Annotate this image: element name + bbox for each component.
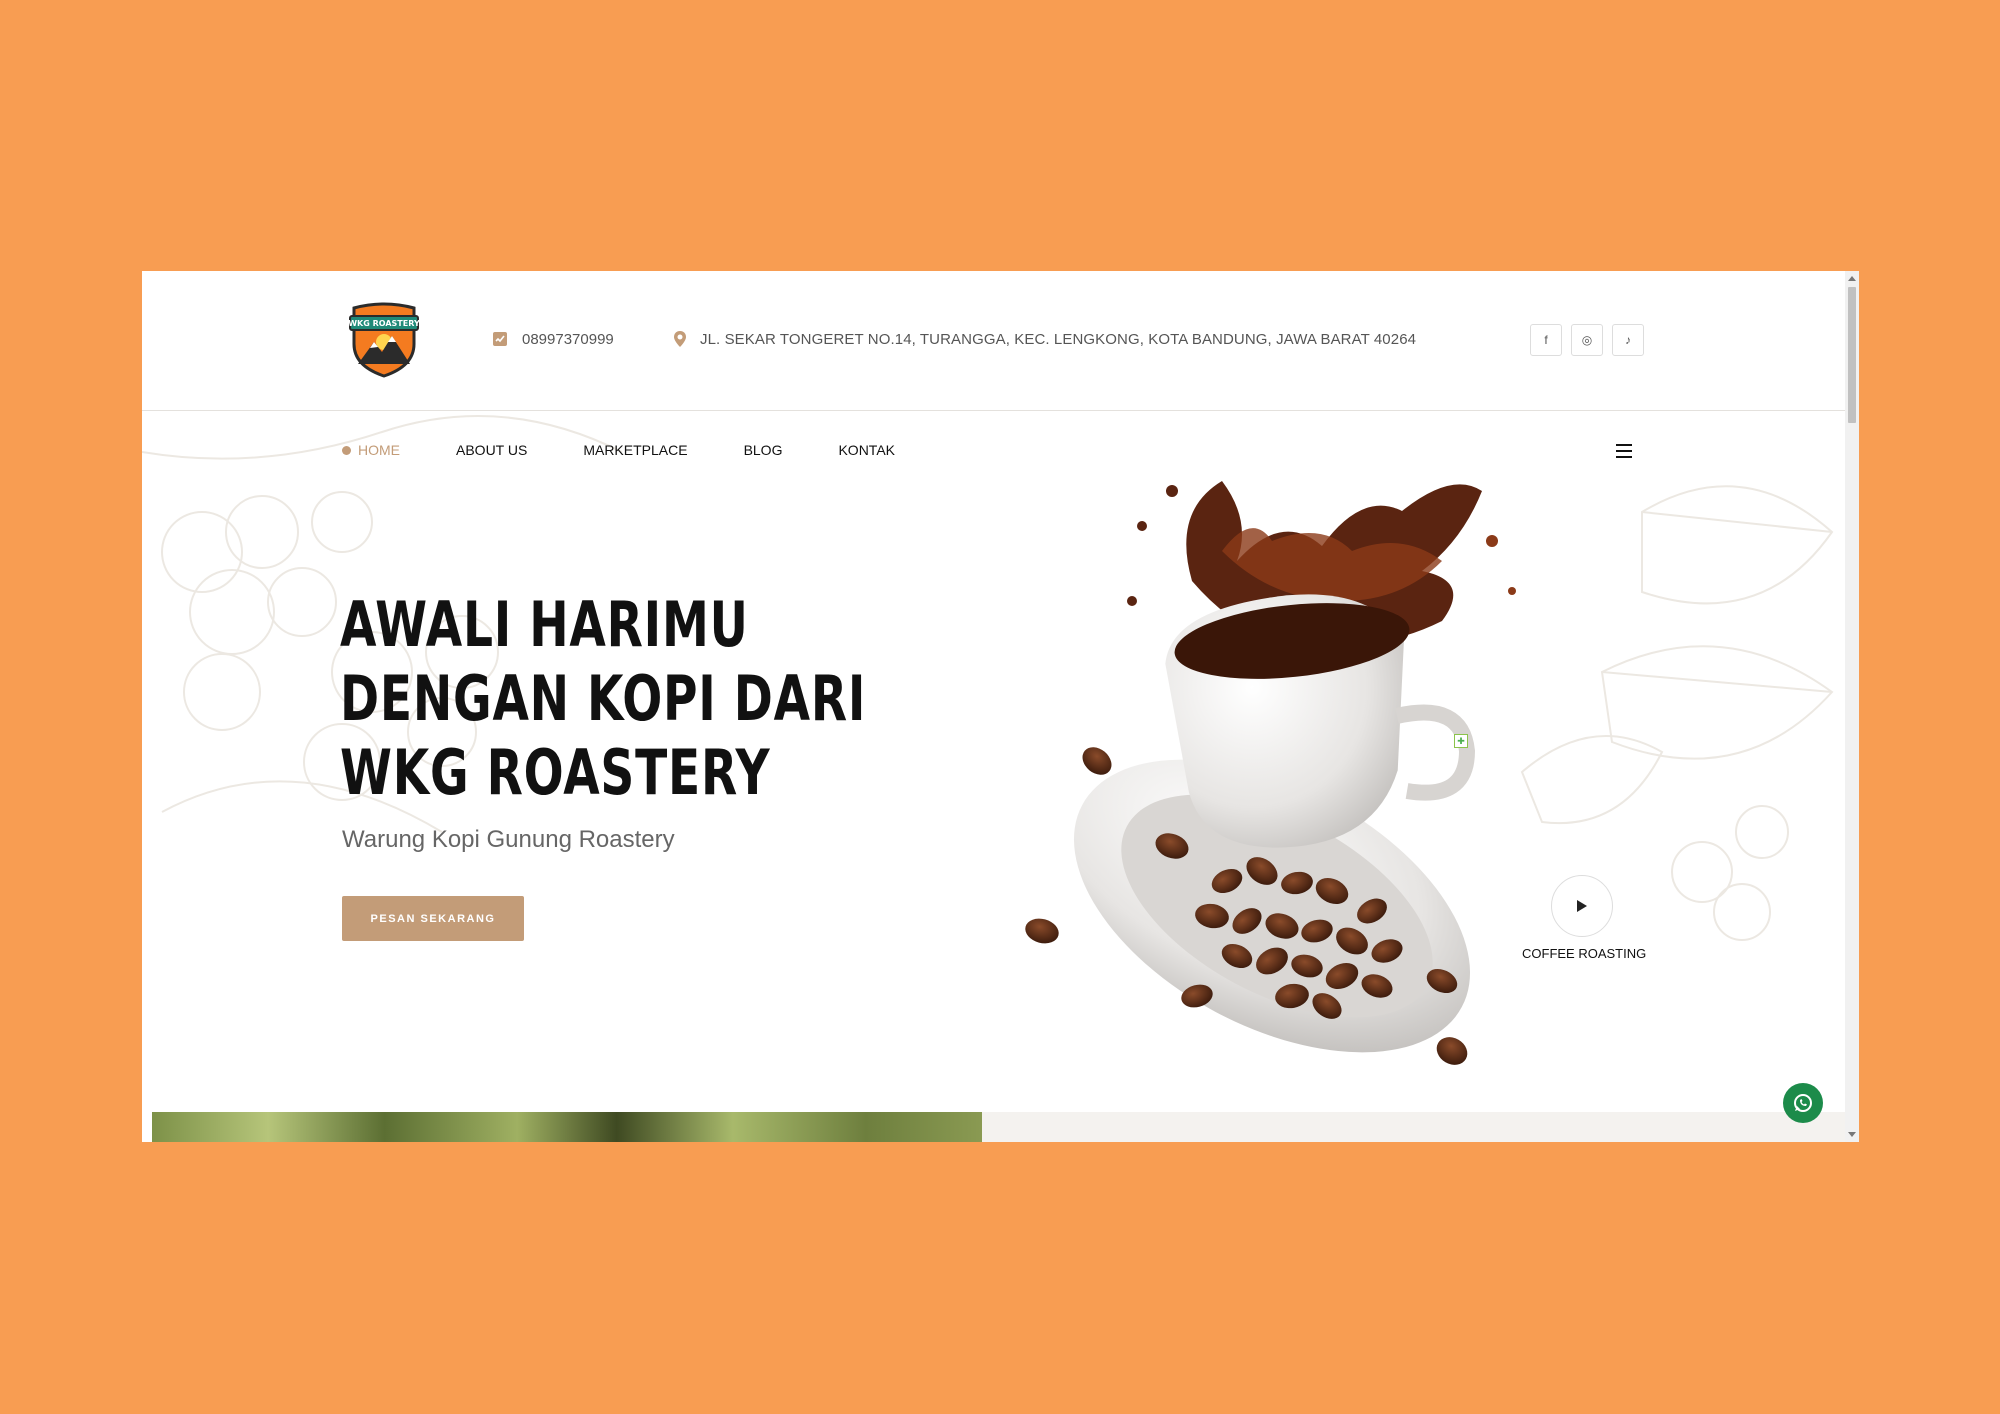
tiktok-icon: ♪ (1625, 333, 1631, 347)
tiktok-link[interactable]: ♪ (1612, 324, 1644, 356)
phone-icon (493, 332, 507, 346)
svg-text:WKG ROASTERY: WKG ROASTERY (348, 319, 420, 328)
main-navigation: HOME ABOUT US MARKETPLACE BLOG KONTAK (342, 442, 895, 458)
order-now-button[interactable]: PESAN SEKARANG (342, 896, 524, 941)
address-text: JL. SEKAR TONGERET NO.14, TURANGGA, KEC.… (700, 330, 1417, 348)
nav-item-label: BLOG (743, 442, 783, 458)
social-links: f ◎ ♪ (1530, 324, 1644, 356)
phone-contact[interactable]: 08997370999 (492, 330, 614, 348)
play-video-button[interactable] (1551, 875, 1613, 937)
whatsapp-icon (1794, 1094, 1812, 1112)
browser-viewport: WKG ROASTERY 08997370999 JL. SEKAR TONGE… (142, 271, 1859, 1142)
nav-item-about-us[interactable]: ABOUT US (456, 442, 527, 458)
nav-item-marketplace[interactable]: MARKETPLACE (583, 442, 687, 458)
nav-item-label: MARKETPLACE (583, 442, 688, 458)
headline-line: WKG ROASTERY (340, 736, 771, 809)
next-section-panel (982, 1112, 1845, 1142)
play-icon (1577, 900, 1587, 912)
address-contact[interactable]: JL. SEKAR TONGERET NO.14, TURANGGA, KEC.… (672, 330, 1416, 348)
instagram-icon: ◎ (1581, 333, 1593, 347)
next-section-image (152, 1112, 982, 1142)
plugin-badge-icon[interactable]: ✚ (1454, 734, 1468, 748)
phone-number: 08997370999 (522, 330, 614, 348)
scrollbar-thumb[interactable] (1848, 287, 1856, 423)
nav-item-home[interactable]: HOME (342, 442, 400, 458)
nav-item-label: ABOUT US (456, 442, 528, 458)
top-info-bar: WKG ROASTERY 08997370999 JL. SEKAR TONGE… (142, 271, 1845, 411)
whatsapp-chat-button[interactable] (1783, 1083, 1823, 1123)
coffee-cup-splash-image (1025, 481, 1516, 1065)
nav-item-kontak[interactable]: KONTAK (838, 442, 895, 458)
headline-line: DENGAN KOPI DARI (340, 662, 867, 735)
scroll-up-arrow-icon[interactable] (1848, 276, 1856, 281)
instagram-link[interactable]: ◎ (1571, 324, 1603, 356)
hero-subtitle: Warung Kopi Gunung Roastery (342, 826, 675, 853)
location-pin-icon (674, 331, 686, 347)
nav-item-label: KONTAK (838, 442, 895, 458)
wkg-roastery-logo[interactable]: WKG ROASTERY (348, 302, 420, 378)
active-indicator-dot (342, 445, 351, 455)
hero-headline: AWALI HARIMU DENGAN KOPI DARI WKG ROASTE… (340, 588, 887, 810)
scroll-down-arrow-icon[interactable] (1848, 1132, 1856, 1137)
facebook-icon: f (1544, 333, 1548, 347)
facebook-link[interactable]: f (1530, 324, 1562, 356)
vertical-scrollbar[interactable] (1845, 271, 1859, 1142)
nav-item-label: HOME (358, 442, 400, 458)
headline-line: AWALI HARIMU (340, 588, 749, 661)
nav-item-blog[interactable]: BLOG (744, 442, 783, 458)
video-label: COFFEE ROASTING (1522, 946, 1647, 961)
